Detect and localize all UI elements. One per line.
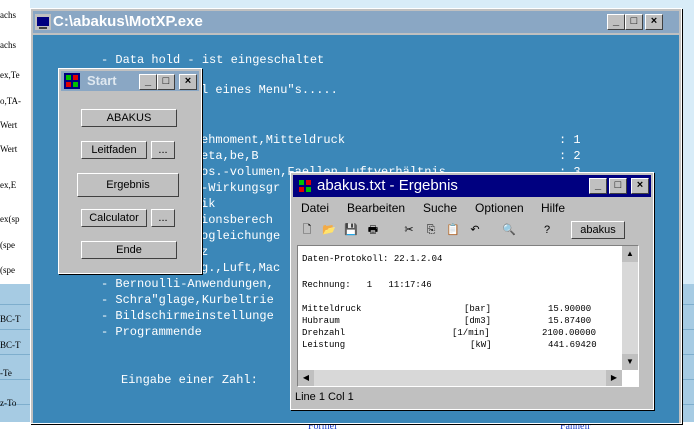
horizontal-scrollbar[interactable] [298,370,622,386]
open-folder-icon[interactable]: 📂 [321,222,337,238]
copy-icon[interactable]: ⎘ [423,222,439,238]
row-value: 2100.00000 [542,328,597,338]
abakus-logo-icon [297,178,313,194]
console-line: -Wirkungsgr [201,181,281,195]
start-titlebar[interactable]: Start _ □ × [61,71,199,91]
save-icon[interactable]: 💾 [343,222,359,238]
scroll-up-icon[interactable]: ▲ [622,246,638,262]
minimize-button[interactable]: _ [607,14,625,30]
protokoll-line: Daten-Protokoll: 22.1.2.04 [302,254,443,264]
row-name: Mitteldruck [302,304,362,314]
bg-cell: ex(sp [0,214,20,224]
bg-cell: achs [0,40,16,50]
start-window[interactable]: Start _ □ × ABAKUS Leitfaden ... Ergebni… [58,68,202,274]
start-close-button[interactable]: × [179,74,197,90]
scroll-right-icon[interactable]: ▶ [606,370,622,386]
console-line: - Bernoulli-Anwendungen, [101,277,274,291]
help-icon[interactable]: ? [539,222,555,238]
row-unit: [dm3] [464,316,492,326]
cut-icon[interactable]: ✂ [401,222,417,238]
bg-cell: BC-T [0,340,21,350]
console-line: z [201,245,209,259]
print-icon[interactable]: 🖶 [365,222,381,238]
dos-app-icon [35,14,51,30]
bg-cell: (spe [0,240,15,250]
abakus-logo-icon [64,73,80,89]
console-title: C:\abakus\MotXP.exe [53,13,203,30]
scroll-down-icon[interactable]: ▼ [622,354,638,370]
console-line: ik [201,197,216,211]
console-line: ogleichunge [201,229,281,243]
row-name: Leistung [302,340,346,350]
bg-cell: (spe [0,265,15,275]
console-line: g.,Luft,Mac [201,261,281,275]
console-titlebar[interactable]: C:\abakus\MotXP.exe _ □ × [33,11,679,33]
document-text-area[interactable]: Daten-Protokoll: 22.1.2.04 Rechnung: 1 1… [297,245,639,387]
ergebnis-button[interactable]: Ergebnis [77,173,179,197]
bg-cell: -Te [0,368,12,378]
abakus-toolbar-button[interactable]: abakus [571,221,625,239]
status-bar: Line 1 Col 1 [295,391,649,407]
bg-cell: z-To [0,398,17,408]
ergebnis-title: abakus.txt - Ergebnis [317,177,458,194]
undo-icon[interactable]: ↶ [467,222,483,238]
close-button[interactable]: × [645,14,663,30]
bg-cell: BC-T [0,314,21,324]
maximize-button[interactable]: □ [625,14,643,30]
menu-suche[interactable]: Suche [423,201,457,215]
row-name: Drehzahl [302,328,346,338]
console-line: - Programmende [101,325,202,339]
row-unit: [1/min] [452,328,490,338]
find-icon[interactable]: 🔍 [501,222,517,238]
scroll-left-icon[interactable]: ◀ [298,370,314,386]
calculator-more-button[interactable]: ... [151,209,175,227]
console-line: ionsberech [201,213,274,227]
ende-button[interactable]: Ende [81,241,177,259]
ergebnis-titlebar[interactable]: abakus.txt - Ergebnis _ □ × [293,175,651,197]
ergebnis-maximize-button[interactable]: □ [609,178,627,194]
row-unit: [kW] [470,340,492,350]
row-value: 15.90000 [548,304,592,314]
row-value: 15.87400 [548,316,592,326]
vertical-scrollbar[interactable] [622,246,638,370]
bg-cell: ex,Te [0,70,20,80]
bg-cell: Wert [0,120,18,130]
console-line: - Data hold - ist eingeschaltet [101,53,325,67]
menu-hilfe[interactable]: Hilfe [541,201,565,215]
bg-cell: o,TA- [0,96,22,106]
leitfaden-more-button[interactable]: ... [151,141,175,159]
console-line: - Schra"glage,Kurbeltrie [101,293,274,307]
new-file-icon[interactable]: 🗋 [299,222,315,238]
paste-icon[interactable]: 📋 [445,222,461,238]
calculator-button[interactable]: Calculator [81,209,147,227]
rechnung-line: Rechnung: 1 11:17:46 [302,280,432,290]
start-title: Start [87,73,117,88]
console-line: - Bildschirmeinstellunge [101,309,274,323]
ergebnis-close-button[interactable]: × [631,178,649,194]
status-position: Line 1 Col 1 [295,391,354,403]
start-minimize-button[interactable]: _ [139,74,157,90]
bg-cell: ex,E [0,180,17,190]
row-unit: [bar] [464,304,492,314]
menu-number: : 2 [559,149,581,163]
row-name: Hubraum [302,316,340,326]
abakus-button[interactable]: ABAKUS [81,109,177,127]
ergebnis-minimize-button[interactable]: _ [589,178,607,194]
console-line: eta,be,B [201,149,259,163]
console-line: l eines Menu"s..... [201,83,338,97]
ergebnis-window[interactable]: abakus.txt - Ergebnis _ □ × Datei Bearbe… [290,172,654,410]
start-maximize-button[interactable]: □ [157,74,175,90]
menu-datei[interactable]: Datei [301,201,329,215]
menu-number: : 1 [559,133,581,147]
bg-cell: Wert [0,144,18,154]
menu-bearbeiten[interactable]: Bearbeiten [347,201,405,215]
bg-cell: achs [0,10,16,20]
console-prompt: Eingabe einer Zahl: [121,373,258,387]
console-line: ehmoment,Mitteldruck [201,133,346,147]
row-value: 441.69420 [548,340,597,350]
leitfaden-button[interactable]: Leitfaden [81,141,147,159]
menu-optionen[interactable]: Optionen [475,201,524,215]
